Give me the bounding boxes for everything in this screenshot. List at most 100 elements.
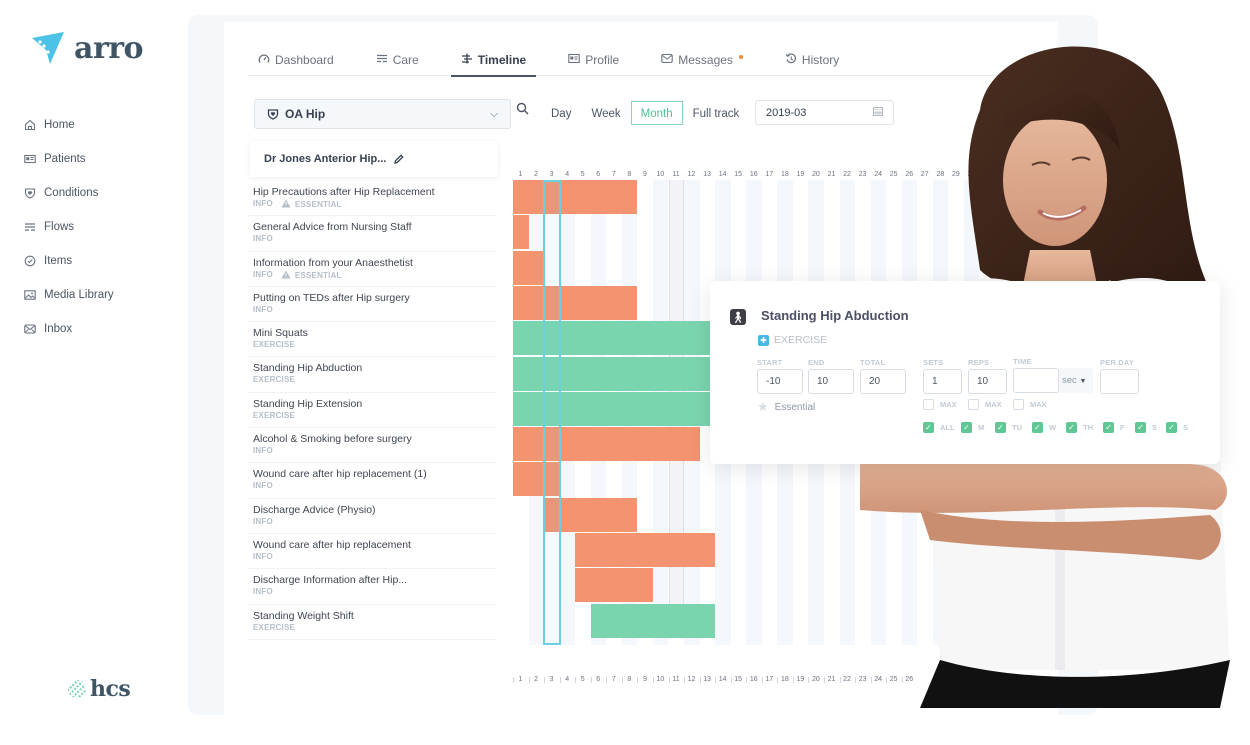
- sidebar-item-conditions[interactable]: Conditions: [24, 176, 114, 210]
- day-label-bottom: 19: [796, 676, 805, 683]
- tab-timeline[interactable]: Timeline: [450, 44, 537, 77]
- arro-logo[interactable]: arro: [30, 30, 144, 66]
- day-checkbox-su[interactable]: ✓ S: [1166, 422, 1188, 433]
- sidebar-item-media-library[interactable]: Media Library: [24, 278, 114, 312]
- chevron-down-icon: ⌵: [490, 108, 498, 120]
- warning-icon: [281, 270, 291, 282]
- heart-shield-icon: [24, 187, 36, 199]
- end-field[interactable]: 10: [808, 369, 854, 394]
- care-item-title: Discharge Information after Hip...: [253, 574, 408, 587]
- day-label-top: 16: [749, 171, 758, 178]
- hcs-brand: hcs: [90, 676, 131, 702]
- view-week[interactable]: Week: [581, 101, 630, 125]
- day-label-bottom: 20: [812, 676, 820, 683]
- reps-field[interactable]: 10: [968, 369, 1007, 394]
- sets-field[interactable]: 1: [923, 369, 962, 394]
- tab-history[interactable]: History: [775, 44, 849, 76]
- day-label-bottom: 3: [549, 676, 554, 683]
- tab-care[interactable]: Care: [366, 44, 429, 76]
- care-item-row[interactable]: Information from your Anaesthetist INFO ES…: [248, 252, 495, 287]
- day-checkbox-f[interactable]: ✓ F: [1103, 422, 1125, 433]
- timeline-bar[interactable]: [575, 568, 653, 603]
- view-toggle: Day Week Month Full track: [541, 101, 749, 125]
- care-item-meta: INFO ESSENTIAL: [253, 199, 490, 211]
- timeline-bar[interactable]: [513, 250, 545, 285]
- day-checkbox-m[interactable]: ✓ M: [961, 422, 984, 433]
- search-button[interactable]: [516, 102, 529, 118]
- time-max-checkbox[interactable]: MAX: [1013, 399, 1047, 410]
- check-icon: ✓: [1166, 422, 1177, 433]
- essential-toggle[interactable]: ★ Essential: [757, 399, 815, 415]
- care-item-row[interactable]: Discharge Advice (Physio) INFO: [248, 499, 495, 534]
- timeline-bar[interactable]: [513, 427, 700, 462]
- tab-messages[interactable]: Messages: [651, 44, 753, 76]
- flow-name: Dr Jones Anterior Hip...: [264, 153, 387, 165]
- reps-max-checkbox[interactable]: MAX: [968, 399, 1002, 410]
- view-day[interactable]: Day: [541, 101, 581, 125]
- time-unit-select[interactable]: sec ▼: [1059, 368, 1093, 393]
- timeline-bar[interactable]: [513, 180, 638, 214]
- tab-profile[interactable]: Profile: [558, 44, 629, 76]
- care-item-row[interactable]: Standing Weight Shift EXERCISE: [248, 605, 495, 640]
- day-checkbox-sa[interactable]: ✓ S: [1135, 422, 1157, 433]
- view-month[interactable]: Month: [630, 101, 683, 125]
- view-full-track[interactable]: Full track: [683, 101, 750, 125]
- tab-label: History: [801, 53, 840, 67]
- condition-select[interactable]: OA Hip ⌵: [254, 99, 511, 129]
- heart-shield-icon: [267, 108, 279, 120]
- day-checkbox-tu[interactable]: ✓ TU: [995, 422, 1022, 433]
- day-label-top: 15: [734, 171, 743, 178]
- time-field[interactable]: [1013, 368, 1059, 393]
- history-icon: [785, 53, 797, 67]
- flow-card[interactable]: Dr Jones Anterior Hip...: [250, 141, 498, 177]
- care-item-type: INFO: [253, 304, 273, 314]
- timeline-bar[interactable]: [590, 603, 716, 638]
- tab-label: Timeline: [477, 53, 527, 67]
- tab-dashboard[interactable]: Dashboard: [248, 44, 344, 76]
- sidebar-item-items[interactable]: Items: [24, 244, 114, 278]
- sidebar-item-flows[interactable]: Flows: [24, 210, 114, 244]
- timeline-bar[interactable]: [575, 533, 716, 567]
- care-item-row[interactable]: Wound care after hip replacement INFO: [248, 534, 495, 570]
- care-item-row[interactable]: Standing Hip Abduction EXERCISE: [248, 357, 495, 393]
- day-tick: [699, 677, 701, 683]
- sidebar-item-label: Flows: [44, 221, 75, 233]
- care-item-type: INFO: [253, 446, 273, 456]
- id-card-icon: [568, 53, 580, 67]
- day-label-top: 10: [656, 171, 665, 178]
- care-item-meta: EXERCISE: [253, 375, 490, 385]
- essential-badge: ESSENTIAL: [281, 270, 342, 282]
- mail-icon: [24, 323, 36, 335]
- care-item-row[interactable]: Mini Squats EXERCISE: [248, 322, 495, 358]
- total-field[interactable]: 20: [860, 369, 906, 394]
- day-checkbox-all[interactable]: ✓ ALL: [923, 422, 955, 433]
- flows-icon: [376, 53, 388, 67]
- care-item-meta: INFO: [253, 446, 490, 456]
- check-icon: ✓: [1103, 422, 1114, 433]
- sidebar-item-patients[interactable]: Patients: [24, 142, 114, 176]
- day-checkbox-w[interactable]: ✓ W: [1032, 422, 1056, 433]
- care-item-row[interactable]: Putting on TEDs after Hip surgery INFO: [248, 287, 495, 323]
- day-label-top: 11: [672, 171, 680, 178]
- timeline-bar[interactable]: [513, 285, 638, 320]
- care-item-row[interactable]: Hip Precautions after Hip Replacement INF…: [248, 181, 495, 217]
- day-tick: [730, 677, 732, 683]
- total-label: TOTAL: [860, 358, 886, 367]
- timeline-bar[interactable]: [513, 215, 529, 250]
- day-label-bottom: 13: [703, 676, 711, 683]
- care-item-row[interactable]: Wound care after hip replacement (1) INFO: [248, 463, 495, 499]
- per-day-field[interactable]: [1100, 369, 1139, 394]
- sets-max-checkbox[interactable]: MAX: [923, 399, 957, 410]
- sidebar-item-label: Inbox: [44, 323, 73, 335]
- care-item-row[interactable]: General Advice from Nursing Staff INFO: [248, 216, 495, 252]
- care-item-row[interactable]: Discharge Information after Hip... INFO: [248, 569, 495, 605]
- start-field[interactable]: -10: [757, 369, 803, 394]
- star-icon: ★: [757, 399, 769, 414]
- sidebar-item-home[interactable]: Home: [24, 108, 114, 142]
- care-item-row[interactable]: Alcohol & Smoking before surgery INFO: [248, 428, 495, 464]
- care-item-row[interactable]: Standing Hip Extension EXERCISE: [248, 393, 495, 429]
- day-checkbox-th[interactable]: ✓ TH: [1066, 422, 1093, 433]
- edit-pencil-icon[interactable]: [394, 154, 405, 164]
- sidebar-item-inbox[interactable]: Inbox: [24, 312, 114, 346]
- day-label-bottom: 12: [687, 676, 696, 683]
